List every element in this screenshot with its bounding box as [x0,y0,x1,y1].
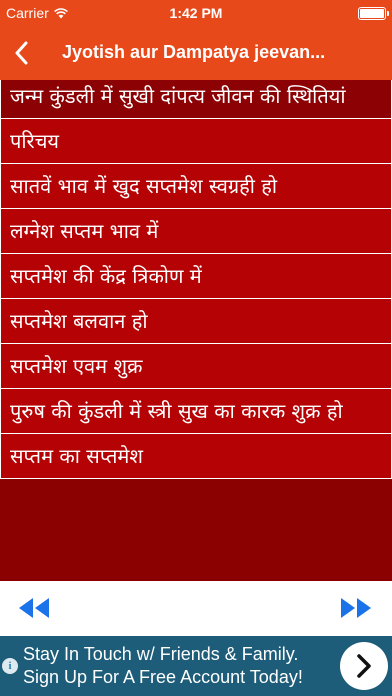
list-item[interactable]: लग्नेश सप्तम भाव में [0,209,392,254]
list-item-label: जन्म कुंडली में सुखी दांपत्य जीवन की स्थ… [10,84,346,108]
navigation-bar: Jyotish aur Dampatya jeevan... [0,26,392,80]
list-item[interactable]: पुरुष की कुंडली में स्त्री सुख का कारक श… [0,389,392,434]
list-item-label: सप्तमेश की केंद्र त्रिकोण में [10,264,202,288]
list-item-label: सप्तमेश बलवान हो [10,309,148,333]
list-item[interactable]: सप्तम का सप्तमेश [0,434,392,479]
ad-cta-button[interactable] [340,642,388,690]
chevron-left-icon [15,41,28,65]
status-bar: Carrier 1:42 PM [0,0,392,26]
list-item[interactable]: जन्म कुंडली में सुखी दांपत्य जीवन की स्थ… [0,80,392,119]
next-button[interactable] [338,595,374,621]
battery-icon [358,7,389,20]
list-item[interactable]: सातवें भाव में खुद सप्तमेश स्वग्रही हो [0,164,392,209]
list-item-label: परिचय [10,129,60,153]
ad-subline: Sign Up For A Free Account Today! [23,667,303,687]
ad-banner[interactable]: i Stay In Touch w/ Friends & Family. Sig… [0,636,392,696]
status-time: 1:42 PM [169,5,223,21]
list-item[interactable]: सप्तमेश की केंद्र त्रिकोण में [0,254,392,299]
previous-button[interactable] [16,595,52,621]
fast-forward-icon [341,598,371,618]
page-title: Jyotish aur Dampatya jeevan... [62,42,326,62]
list-item[interactable]: सप्तमेश एवम शुक्र [0,344,392,389]
bottom-toolbar [0,581,392,636]
list-item-label: सातवें भाव में खुद सप्तमेश स्वग्रही हो [10,174,278,198]
list-item-label: पुरुष की कुंडली में स्त्री सुख का कारक श… [10,399,343,423]
info-icon[interactable]: i [2,658,18,674]
ad-headline: Stay In Touch w/ Friends & Family. [23,644,299,664]
list-item-label: सप्तम का सप्तमेश [10,444,143,468]
list-item-label: सप्तमेश एवम शुक्र [10,354,143,378]
back-button[interactable] [6,36,36,70]
list-item[interactable]: परिचय [0,119,392,164]
list-item[interactable]: सप्तमेश बलवान हो [0,299,392,344]
list-item-label: लग्नेश सप्तम भाव में [10,219,159,243]
rewind-icon [19,598,49,618]
chapter-list[interactable]: जन्म कुंडली में सुखी दांपत्य जीवन की स्थ… [0,80,392,581]
chevron-right-icon [357,654,371,678]
